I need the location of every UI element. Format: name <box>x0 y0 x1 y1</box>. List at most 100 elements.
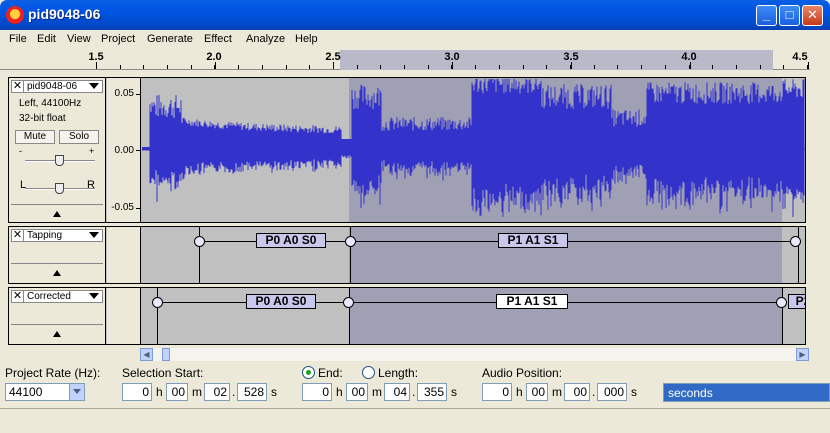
track-menu-chevron-icon[interactable] <box>89 232 99 238</box>
label-handle-icon[interactable] <box>776 297 787 308</box>
collapse-track-icon[interactable] <box>53 270 61 276</box>
pan-slider-thumb[interactable] <box>55 183 64 194</box>
ruler-tick <box>546 65 547 69</box>
label-handle-icon[interactable] <box>790 236 801 247</box>
end-ms-field[interactable]: 355 <box>417 383 447 401</box>
ruler-tick <box>143 65 144 69</box>
position-hours-field[interactable]: 0 <box>482 383 512 401</box>
timeline-ruler[interactable]: 1.5 2.0 2.5 3.0 3.5 4.0 4.5 <box>0 50 810 70</box>
track-name: pid9048-06 <box>27 81 78 92</box>
label-handle-icon[interactable] <box>152 297 163 308</box>
horizontal-scrollbar[interactable]: ◀ ▶ <box>140 348 809 361</box>
title-bar: pid9048-06 _ □ ✕ <box>0 0 830 30</box>
label-text-box[interactable]: P1 A1 S1 <box>498 233 568 248</box>
menu-generate[interactable]: Generate <box>147 33 193 45</box>
collapse-track-icon[interactable] <box>53 331 61 337</box>
label-handle-icon[interactable] <box>343 297 354 308</box>
label-span-line <box>354 241 794 242</box>
end-hours-field[interactable]: 0 <box>302 383 332 401</box>
start-hours-field[interactable]: 0 <box>122 383 152 401</box>
menu-file[interactable]: File <box>9 33 27 45</box>
ruler-tick <box>665 65 666 69</box>
track-control-panel: ✕ Tapping <box>9 227 106 283</box>
label-text-box[interactable]: P0 A0 S0 <box>246 294 316 309</box>
end-radio[interactable] <box>302 366 315 379</box>
close-track-icon[interactable]: ✕ <box>12 230 24 241</box>
label-text-box[interactable]: P2 <box>788 294 805 309</box>
close-button[interactable]: ✕ <box>802 5 823 26</box>
close-track-icon[interactable]: ✕ <box>12 81 24 92</box>
status-bar <box>0 408 830 433</box>
track-name: Corrected <box>27 291 71 302</box>
ruler-tick <box>404 65 405 69</box>
dropdown-chevron-icon[interactable] <box>69 384 84 400</box>
ruler-tick <box>594 65 595 69</box>
label-handle-icon[interactable] <box>345 236 356 247</box>
scroll-left-icon[interactable]: ◀ <box>140 348 153 361</box>
label-span-line <box>354 302 784 303</box>
label-text-box-editing[interactable]: P1 A1 S1 <box>496 294 568 309</box>
track-header[interactable]: ✕ pid9048-06 <box>11 80 103 93</box>
length-radio[interactable] <box>362 366 375 379</box>
collapse-track-icon[interactable] <box>53 211 61 217</box>
position-seconds-field[interactable]: 00 <box>564 383 590 401</box>
unit-h: h <box>156 385 163 399</box>
track-name: Tapping <box>27 230 63 241</box>
start-minutes-field[interactable]: 00 <box>166 383 188 401</box>
scale-label: -0.05 <box>111 202 134 213</box>
gain-plus-label: + <box>89 146 95 156</box>
track-header[interactable]: ✕ Corrected <box>11 290 103 303</box>
ruler-tick <box>357 65 358 69</box>
track-header[interactable]: ✕ Tapping <box>11 229 103 242</box>
menu-project[interactable]: Project <box>101 33 135 45</box>
menu-view[interactable]: View <box>67 33 91 45</box>
solo-button[interactable]: Solo <box>59 130 99 144</box>
ruler-tick <box>120 65 121 69</box>
selection-start-label: Selection Start: <box>122 366 204 380</box>
mute-button[interactable]: Mute <box>15 130 55 144</box>
ruler-tick <box>191 65 192 69</box>
close-track-icon[interactable]: ✕ <box>12 291 24 302</box>
unit-m: m <box>372 385 382 399</box>
menu-help[interactable]: Help <box>295 33 318 45</box>
menu-analyze[interactable]: Analyze <box>246 33 285 45</box>
ruler-major-tick <box>571 62 572 69</box>
divider <box>11 204 103 205</box>
menu-bar: File Edit View Project Generate Effect A… <box>0 30 830 49</box>
scroll-right-icon[interactable]: ▶ <box>796 348 809 361</box>
audio-position-label: Audio Position: <box>482 366 563 380</box>
label-area[interactable]: P0 A0 S0 P1 A1 S1 <box>142 227 805 283</box>
track-menu-chevron-icon[interactable] <box>89 293 99 299</box>
end-seconds-field[interactable]: 04 <box>384 383 410 401</box>
maximize-button[interactable]: □ <box>779 5 800 26</box>
waveform-display[interactable] <box>142 78 805 222</box>
audacity-app-icon <box>6 6 24 24</box>
track-control-panel: ✕ pid9048-06 Left, 44100Hz 32-bit float … <box>9 78 106 222</box>
label-text-box[interactable]: P0 A0 S0 <box>256 233 326 248</box>
time-format-select[interactable]: seconds <box>663 383 830 402</box>
end-minutes-field[interactable]: 00 <box>346 383 368 401</box>
position-minutes-field[interactable]: 00 <box>526 383 548 401</box>
track-menu-chevron-icon[interactable] <box>89 83 99 89</box>
minimize-button[interactable]: _ <box>756 5 777 26</box>
project-rate-label: Project Rate (Hz): <box>5 366 101 380</box>
ruler-tick <box>712 65 713 69</box>
start-seconds-field[interactable]: 02 <box>204 383 230 401</box>
unit-s: s <box>271 385 277 399</box>
length-label: Length: <box>378 366 419 380</box>
project-rate-select[interactable]: 44100 <box>5 383 85 401</box>
unit-h: h <box>516 385 523 399</box>
ruler-tick <box>760 65 761 69</box>
gain-slider-thumb[interactable] <box>55 155 64 166</box>
start-ms-field[interactable]: 528 <box>237 383 267 401</box>
label-handle-icon[interactable] <box>194 236 205 247</box>
scale-label: 0.00 <box>114 145 134 156</box>
menu-edit[interactable]: Edit <box>37 33 56 45</box>
unit-s: s <box>451 385 457 399</box>
project-rate-value: 44100 <box>9 385 43 399</box>
ruler-major-tick <box>808 62 809 69</box>
position-ms-field[interactable]: 000 <box>597 383 627 401</box>
label-area[interactable]: P0 A0 S0 P1 A1 S1 P2 <box>142 288 805 344</box>
menu-effect[interactable]: Effect <box>204 33 232 45</box>
scrollbar-thumb[interactable] <box>162 348 170 361</box>
